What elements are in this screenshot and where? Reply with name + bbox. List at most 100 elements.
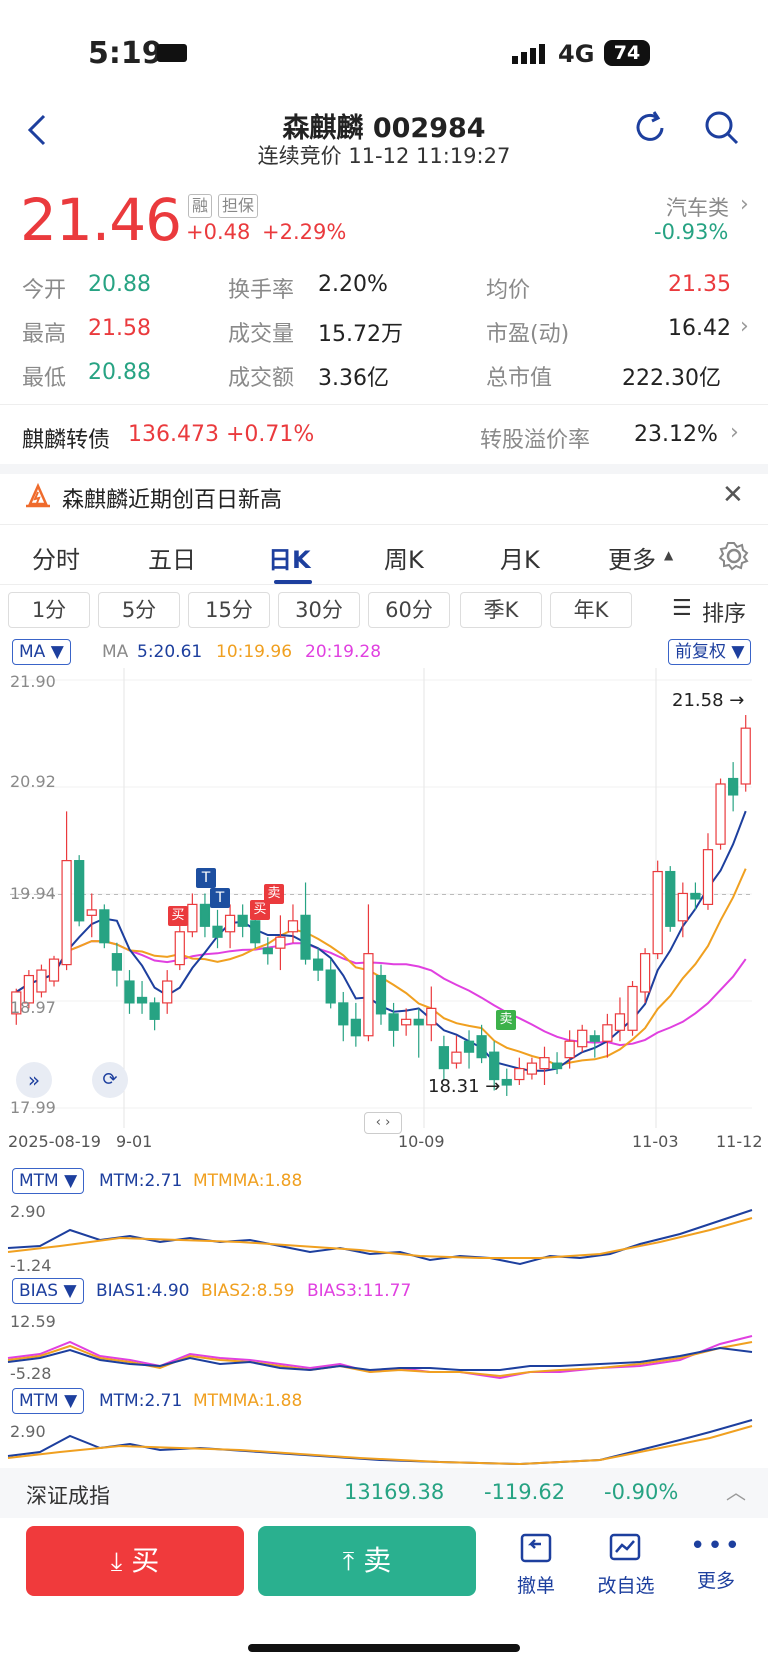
candle-body [451, 1051, 462, 1064]
candle-body [111, 953, 123, 971]
index-change: -119.62 [484, 1480, 566, 1504]
period-year[interactable]: 年K [550, 592, 632, 628]
close-icon[interactable]: ✕ [722, 480, 744, 510]
more-button[interactable]: ••• 更多 [676, 1532, 756, 1593]
period-quarter[interactable]: 季K [460, 592, 542, 628]
candle-body [174, 931, 185, 966]
ma5-value: 5:20.61 [137, 642, 203, 662]
drag-handle[interactable]: ‹ › [364, 1112, 402, 1134]
period-30min[interactable]: 30分 [278, 592, 360, 628]
sort-icon[interactable]: ☰ [672, 596, 692, 621]
candle-body [162, 980, 173, 1004]
adjust-label: 前复权 [675, 642, 726, 662]
date-tick: 11-03 [632, 1132, 679, 1151]
tab-weekly-k[interactable]: 周K [384, 540, 424, 575]
candle-body [250, 920, 261, 944]
edit-watchlist-button[interactable]: 改自选 [586, 1532, 666, 1598]
date-tick: 2025-08-19 [8, 1132, 101, 1151]
chevron-right-icon[interactable]: › [740, 314, 749, 339]
index-bar[interactable]: 深证成指 13169.38 -119.62 -0.90% ︿ [0, 1468, 768, 1518]
period-15min[interactable]: 15分 [188, 592, 270, 628]
period-1min[interactable]: 1分 [8, 592, 90, 628]
index-name: 深证成指 [26, 1484, 110, 1508]
price-tick: 20.92 [10, 772, 56, 791]
mtm-line [7, 1209, 753, 1266]
mtm-value: MTM:2.71 [99, 1171, 183, 1191]
collateral-tag: 担保 [218, 194, 259, 218]
stat-label: 成交额 [228, 366, 295, 391]
mtm-chart [7, 1209, 753, 1266]
tab-more[interactable]: 更多 [608, 540, 656, 575]
mtmma2-value: MTMMA:1.88 [193, 1391, 303, 1411]
candlestick-chart[interactable] [0, 668, 768, 1128]
adjust-selector[interactable]: 前复权 ▼ [668, 639, 752, 665]
t-marker: T [196, 868, 216, 888]
nav-header: 森麒麟 002984 连续竞价 11-12 11:19:27 [0, 100, 768, 182]
sort-label[interactable]: 排序 [702, 596, 746, 628]
mtmma-value: MTMMA:1.88 [193, 1171, 303, 1191]
candle-body [539, 1057, 550, 1070]
sell-label: 卖 [363, 1544, 392, 1577]
refresh-icon[interactable] [632, 110, 668, 146]
candle-body [577, 1029, 588, 1048]
ma-selector[interactable]: MA ▼ [12, 639, 71, 665]
stat-value: 20.88 [88, 272, 151, 297]
stat-label: 换手率 [228, 278, 295, 303]
price-tick: 18.97 [10, 998, 56, 1017]
expand-icon[interactable]: » [16, 1062, 52, 1098]
bias2-value: BIAS2:8.59 [201, 1281, 295, 1301]
rotate-icon[interactable]: ⟳ [92, 1062, 128, 1098]
cancel-order-button[interactable]: 撤单 [496, 1532, 576, 1598]
high-marker: 21.58 → [672, 690, 745, 711]
stat-label: 最低 [22, 366, 67, 391]
settings-icon[interactable] [718, 540, 750, 572]
period-60min[interactable]: 60分 [368, 592, 450, 628]
sell-button[interactable]: ⤒ 卖 [258, 1526, 476, 1596]
edit-watchlist-label: 改自选 [597, 1575, 655, 1597]
tab-intraday[interactable]: 分时 [32, 540, 80, 575]
network-type: 4G [558, 40, 595, 68]
buy-button[interactable]: ⤓ 买 [26, 1526, 244, 1596]
candle-body [401, 1018, 412, 1026]
candle-body [363, 953, 374, 1037]
date-tick: 11-12 [716, 1132, 763, 1151]
tab-five-day[interactable]: 五日 [148, 540, 196, 575]
stat-value: 3.36亿 [318, 366, 389, 391]
mtm-selector[interactable]: MTM ▼ [12, 1168, 85, 1194]
chevron-up-icon[interactable]: ︿ [726, 1476, 746, 1505]
buy-label: 买 [131, 1544, 160, 1577]
divider [0, 404, 768, 405]
candle-body [551, 1062, 563, 1070]
stat-value: 21.35 [668, 272, 731, 297]
low-marker: 18.31 → [428, 1076, 501, 1097]
candle-body [639, 953, 651, 993]
candle-body [602, 1024, 613, 1042]
tab-daily-k[interactable]: 日K [268, 540, 311, 575]
t-marker: T [210, 888, 230, 908]
candle-body [702, 849, 714, 905]
mtmma-line [7, 1217, 753, 1259]
sell-marker: 卖 [496, 1010, 516, 1030]
candle-body [476, 1035, 487, 1059]
mtm2-chart [7, 1419, 753, 1466]
candle-body [526, 1062, 538, 1075]
mtm2-selector[interactable]: MTM ▼ [12, 1388, 85, 1414]
sell-marker-red: 卖 [264, 884, 284, 904]
search-icon[interactable] [704, 110, 740, 146]
ma10-value: 10:19.96 [216, 642, 293, 662]
bias1-value: BIAS1:4.90 [96, 1281, 190, 1301]
tab-monthly-k[interactable]: 月K [500, 540, 540, 575]
stat-value: 21.58 [88, 316, 151, 341]
notice-text[interactable]: 森麒麟近期创百日新高 [62, 482, 282, 514]
candle-body [275, 936, 286, 949]
candle-body [728, 777, 739, 796]
period-5min[interactable]: 5分 [98, 592, 180, 628]
candle-body [426, 1007, 437, 1026]
sector-name[interactable]: 汽车类 [666, 192, 729, 222]
bias-selector[interactable]: BIAS ▼ [12, 1278, 84, 1304]
mtm2-chip-label: MTM [19, 1391, 59, 1411]
stat-label: 今开 [22, 278, 67, 303]
stat-value: 2.20% [318, 272, 388, 297]
battery-icon: 74 [604, 40, 650, 66]
candle-body [262, 947, 273, 955]
